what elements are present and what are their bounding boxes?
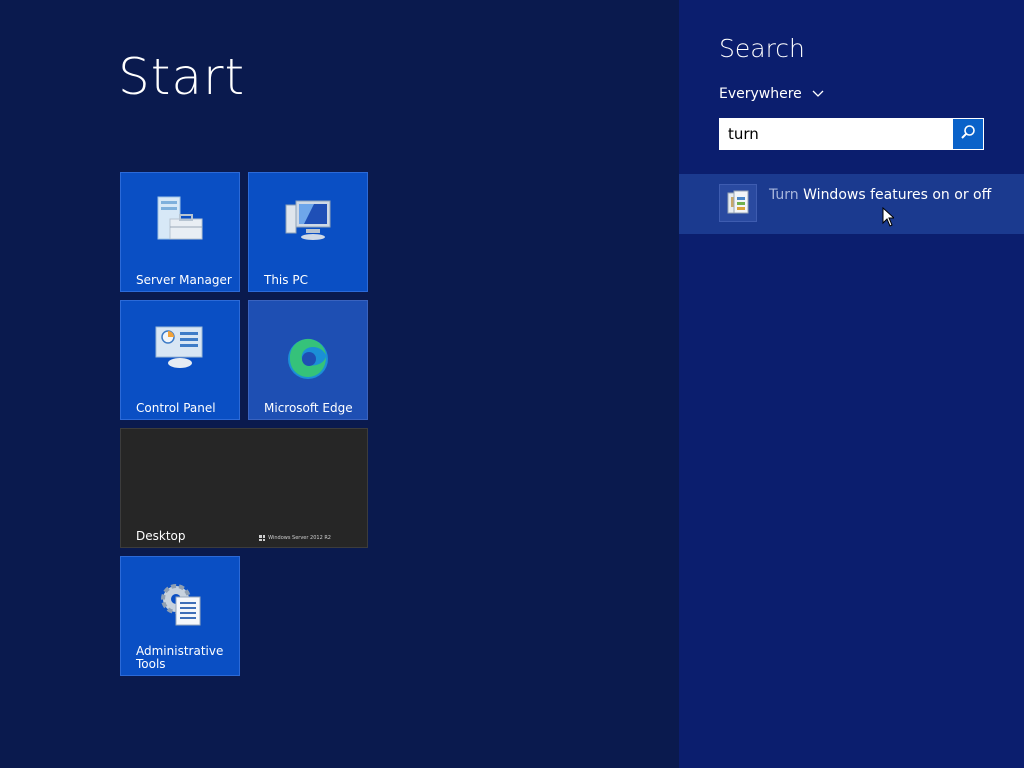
start-title: Start (118, 48, 246, 106)
search-result-label: Turn Windows features on or off (769, 187, 991, 203)
edge-icon (286, 337, 330, 385)
mouse-cursor-icon (882, 206, 896, 231)
windows-features-icon (719, 184, 757, 222)
tile-label: Desktop (136, 529, 186, 543)
search-result-match: Turn (769, 187, 799, 203)
windows-logo-icon (259, 535, 266, 541)
search-scope-dropdown[interactable]: Everywhere (719, 86, 824, 102)
search-scope-label: Everywhere (719, 86, 802, 102)
server-manager-icon (154, 195, 206, 249)
watermark-text: Windows Server 2012 R2 (268, 535, 331, 541)
tile-microsoft-edge[interactable]: Microsoft Edge (248, 300, 368, 420)
tile-label: Control Panel (136, 401, 216, 415)
windows-server-watermark: Windows Server 2012 R2 (259, 535, 331, 541)
tile-label: This PC (264, 273, 308, 287)
tile-label: Administrative Tools (136, 644, 224, 671)
tile-this-pc[interactable]: This PC (248, 172, 368, 292)
tile-label: Server Manager (136, 273, 232, 287)
magnifier-icon (960, 124, 976, 144)
tile-desktop[interactable]: Desktop Windows Server 2012 R2 (120, 428, 368, 548)
computer-icon (282, 195, 334, 249)
administrative-tools-icon (154, 579, 206, 633)
search-result-item[interactable]: Turn Windows features on or off (679, 174, 1024, 234)
tile-server-manager[interactable]: Server Manager (120, 172, 240, 292)
chevron-down-icon (812, 86, 824, 102)
start-screen: Start Server Manager This PC Control Pan… (0, 0, 679, 768)
control-panel-icon (154, 323, 206, 377)
search-input[interactable] (720, 119, 953, 149)
tile-administrative-tools[interactable]: Administrative Tools (120, 556, 240, 676)
search-title: Search (719, 34, 805, 63)
tile-label: Microsoft Edge (264, 401, 353, 415)
search-box (719, 118, 984, 150)
search-result-rest: Windows features on or off (798, 187, 992, 203)
tile-control-panel[interactable]: Control Panel (120, 300, 240, 420)
search-pane: Search Everywhere turn Turn Windows feat… (679, 0, 1024, 768)
search-button[interactable] (953, 119, 983, 149)
